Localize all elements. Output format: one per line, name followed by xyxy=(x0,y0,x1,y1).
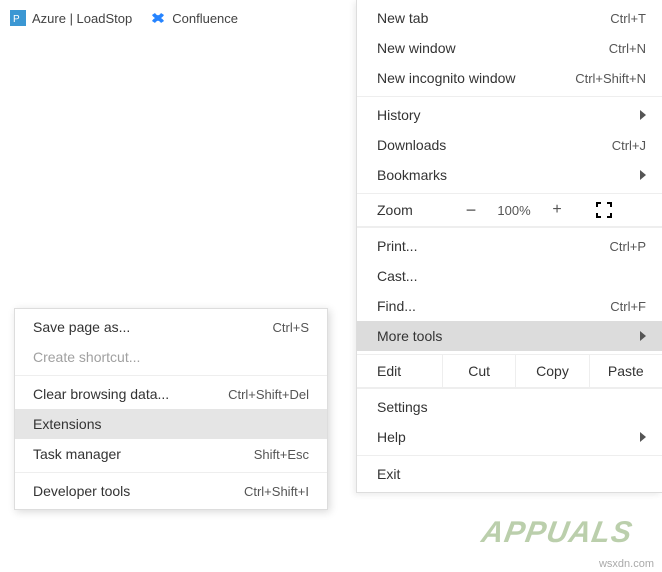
menu-cast[interactable]: Cast... xyxy=(357,261,662,291)
bookmark-confluence[interactable]: Confluence xyxy=(150,10,238,26)
footer-text: wsxdn.com xyxy=(599,558,654,570)
watermark: APPUALS xyxy=(479,516,635,550)
menu-help[interactable]: Help xyxy=(357,422,662,452)
separator xyxy=(15,375,327,376)
menu-find[interactable]: Find... Ctrl+F xyxy=(357,291,662,321)
zoom-label: Zoom xyxy=(357,202,452,218)
menu-settings[interactable]: Settings xyxy=(357,392,662,422)
menu-print[interactable]: Print... Ctrl+P xyxy=(357,231,662,261)
menu-bookmarks[interactable]: Bookmarks xyxy=(357,160,662,190)
azure-icon: P xyxy=(10,10,26,26)
chevron-right-icon xyxy=(640,432,646,442)
bookmark-azure-label: Azure | LoadStop xyxy=(32,11,132,26)
submenu-save-page[interactable]: Save page as... Ctrl+S xyxy=(15,312,327,342)
svg-text:P: P xyxy=(13,14,20,25)
submenu-task-manager[interactable]: Task manager Shift+Esc xyxy=(15,439,327,469)
menu-history[interactable]: History xyxy=(357,100,662,130)
bookmark-azure[interactable]: P Azure | LoadStop xyxy=(10,10,132,26)
menu-new-incognito[interactable]: New incognito window Ctrl+Shift+N xyxy=(357,63,662,93)
zoom-value: 100% xyxy=(490,203,538,218)
more-tools-submenu: Save page as... Ctrl+S Create shortcut..… xyxy=(14,308,328,510)
submenu-create-shortcut[interactable]: Create shortcut... xyxy=(15,342,327,372)
submenu-clear-browsing-data[interactable]: Clear browsing data... Ctrl+Shift+Del xyxy=(15,379,327,409)
copy-button[interactable]: Copy xyxy=(515,355,588,387)
paste-button[interactable]: Paste xyxy=(589,355,662,387)
submenu-developer-tools[interactable]: Developer tools Ctrl+Shift+I xyxy=(15,476,327,506)
zoom-in-button[interactable]: + xyxy=(538,201,576,219)
menu-new-tab[interactable]: New tab Ctrl+T xyxy=(357,3,662,33)
confluence-icon xyxy=(150,10,166,26)
fullscreen-button[interactable] xyxy=(576,202,631,218)
menu-exit[interactable]: Exit xyxy=(357,459,662,489)
separator xyxy=(15,472,327,473)
menu-new-window[interactable]: New window Ctrl+N xyxy=(357,33,662,63)
menu-zoom-row: Zoom − 100% + xyxy=(357,193,662,227)
chrome-menu: New tab Ctrl+T New window Ctrl+N New inc… xyxy=(356,0,662,493)
zoom-out-button[interactable]: − xyxy=(452,200,490,221)
menu-downloads[interactable]: Downloads Ctrl+J xyxy=(357,130,662,160)
fullscreen-icon xyxy=(596,202,612,218)
chevron-right-icon xyxy=(640,331,646,341)
bookmark-confluence-label: Confluence xyxy=(172,11,238,26)
menu-more-tools[interactable]: More tools xyxy=(357,321,662,351)
chevron-right-icon xyxy=(640,170,646,180)
edit-label: Edit xyxy=(357,363,442,379)
submenu-extensions[interactable]: Extensions xyxy=(15,409,327,439)
chevron-right-icon xyxy=(640,110,646,120)
cut-button[interactable]: Cut xyxy=(442,355,515,387)
menu-edit-row: Edit Cut Copy Paste xyxy=(357,354,662,388)
